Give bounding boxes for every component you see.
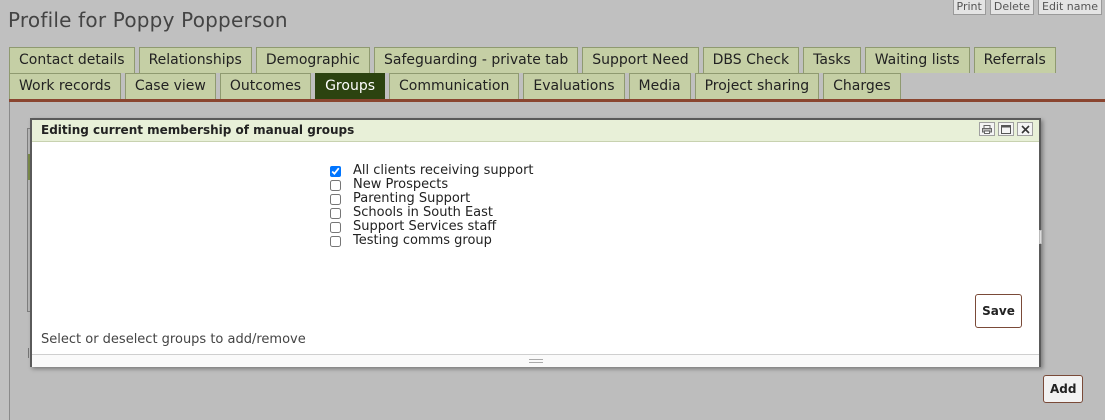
tab-evaluations[interactable]: Evaluations: [523, 73, 625, 99]
tab-tasks[interactable]: Tasks: [803, 47, 861, 73]
add-button[interactable]: Add: [1043, 375, 1083, 403]
save-button[interactable]: Save: [975, 294, 1022, 328]
group-option: Support Services staff: [330, 220, 534, 234]
group-checkbox-all-clients[interactable]: [330, 165, 341, 177]
tab-media[interactable]: Media: [628, 73, 691, 99]
dialog-header: Editing current membership of manual gro…: [32, 120, 1039, 142]
group-option: New Prospects: [330, 178, 534, 192]
group-label[interactable]: All clients receiving support: [353, 164, 534, 178]
tab-row-secondary: Work records Case view Outcomes Groups C…: [9, 73, 905, 99]
dialog-footer: [32, 354, 1039, 367]
resize-handle[interactable]: [528, 359, 543, 363]
tab-row-primary: Contact details Relationships Demographi…: [9, 47, 1060, 73]
tab-work-records[interactable]: Work records: [9, 73, 121, 99]
group-label[interactable]: Support Services staff: [353, 220, 496, 234]
tab-dbs-check[interactable]: DBS Check: [702, 47, 800, 73]
tab-communication[interactable]: Communication: [389, 73, 520, 99]
group-checkbox-parenting-support[interactable]: [330, 193, 341, 205]
group-label[interactable]: Testing comms group: [353, 234, 492, 248]
tab-contact-details[interactable]: Contact details: [9, 47, 135, 73]
tab-project-sharing[interactable]: Project sharing: [694, 73, 820, 99]
group-membership-dialog: Editing current membership of manual gro…: [30, 118, 1042, 367]
tab-groups[interactable]: Groups: [315, 73, 385, 99]
group-option: Testing comms group: [330, 234, 534, 248]
page-title: Profile for Poppy Popperson: [8, 8, 288, 32]
tab-relationships[interactable]: Relationships: [138, 47, 252, 73]
tab-charges[interactable]: Charges: [823, 73, 901, 99]
group-label[interactable]: Schools in South East: [353, 206, 493, 220]
group-label[interactable]: New Prospects: [353, 178, 448, 192]
delete-button[interactable]: Delete: [989, 0, 1034, 15]
top-actions: Print Delete Edit name: [952, 0, 1102, 15]
dialog-title: Editing current membership of manual gro…: [41, 123, 355, 137]
dialog-header-icons: [979, 122, 1033, 136]
group-checkbox-support-services-staff[interactable]: [330, 221, 341, 233]
group-checkbox-list: All clients receiving support New Prospe…: [330, 164, 534, 248]
group-option: Schools in South East: [330, 206, 534, 220]
group-option: All clients receiving support: [330, 164, 534, 178]
maximize-icon[interactable]: [998, 122, 1014, 136]
edit-name-button[interactable]: Edit name: [1038, 0, 1102, 15]
dialog-hint: Select or deselect groups to add/remove: [41, 332, 306, 347]
group-label[interactable]: Parenting Support: [353, 192, 470, 206]
tab-case-view[interactable]: Case view: [124, 73, 216, 99]
group-checkbox-testing-comms[interactable]: [330, 235, 341, 247]
group-checkbox-schools-south-east[interactable]: [330, 207, 341, 219]
tab-outcomes[interactable]: Outcomes: [219, 73, 312, 99]
print-button[interactable]: Print: [952, 0, 986, 15]
group-checkbox-new-prospects[interactable]: [330, 179, 341, 191]
tab-waiting-lists[interactable]: Waiting lists: [864, 47, 970, 73]
scrollbar-handle[interactable]: [1039, 230, 1042, 244]
close-icon[interactable]: [1017, 122, 1033, 136]
group-option: Parenting Support: [330, 192, 534, 206]
print-icon[interactable]: [979, 122, 995, 136]
tab-referrals[interactable]: Referrals: [973, 47, 1056, 73]
tab-demographic[interactable]: Demographic: [255, 47, 370, 73]
tab-support-need[interactable]: Support Need: [582, 47, 699, 73]
tab-safeguarding[interactable]: Safeguarding - private tab: [373, 47, 579, 73]
